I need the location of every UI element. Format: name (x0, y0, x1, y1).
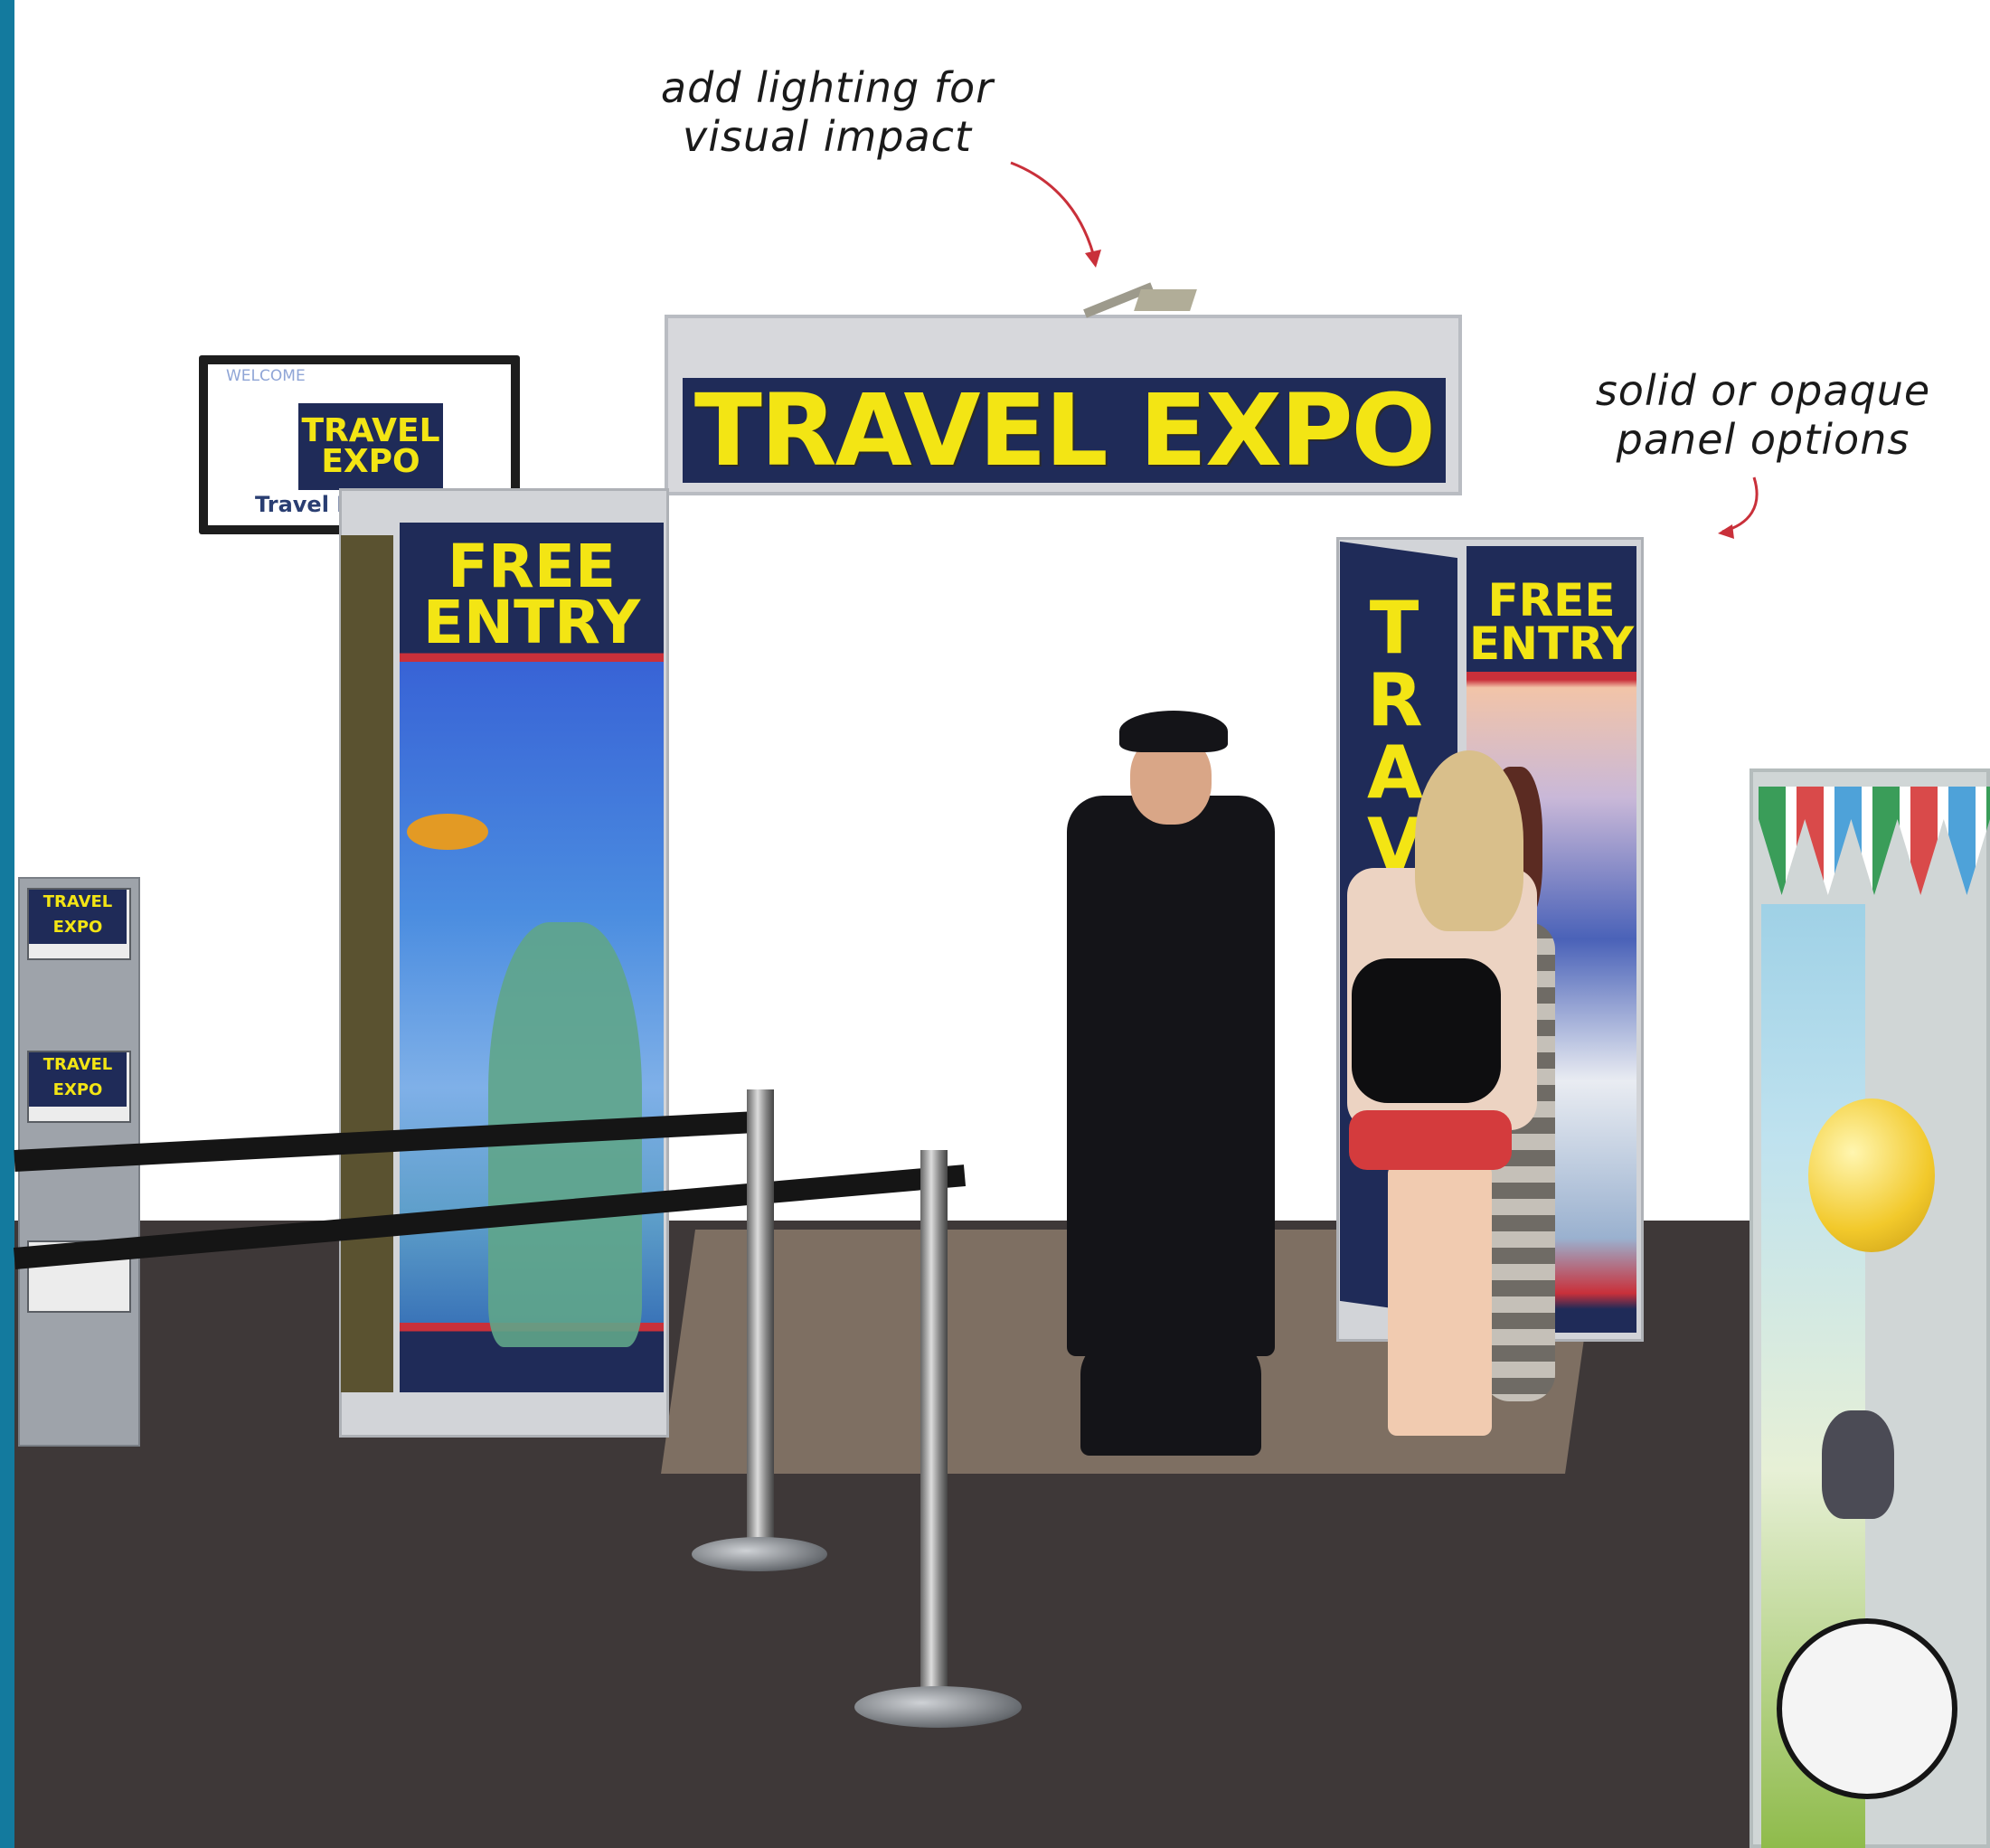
visitor-legs (1388, 1164, 1492, 1436)
stanchion-post-front (920, 1150, 948, 1711)
stanchion-post-back (747, 1089, 774, 1560)
monitor-welcome-text: WELCOME (226, 367, 306, 385)
visitor-hair (1415, 750, 1523, 931)
visitor-handbag (1352, 958, 1501, 1103)
left-edge-strip (0, 0, 14, 1848)
right-pillar-free-entry: FREE ENTRY (1468, 574, 1635, 670)
main-banner-title: TRAVEL EXPO (693, 372, 1436, 488)
brochure: TRAVEL EXPO (29, 1052, 127, 1107)
monitor-logo: TRAVEL EXPO (298, 403, 443, 490)
cat-graphic (1822, 1410, 1894, 1519)
left-pillar-free-entry: FREE ENTRY (422, 532, 641, 657)
lighting-arrow-icon (1010, 161, 1098, 265)
left-pillar-side-panel (341, 535, 393, 1392)
stanchion-base-back (692, 1537, 827, 1571)
panel-annotation: solid or opaque panel options (1595, 366, 1931, 464)
cow-graphic (1777, 1618, 1957, 1799)
balloon-graphic (1808, 1098, 1935, 1252)
rack-slot: TRAVEL EXPO (27, 888, 131, 960)
statue-torch-graphic (407, 814, 488, 850)
lighting-annotation: add lighting for visual impact (660, 63, 995, 161)
main-banner: TRAVEL EXPO (683, 372, 1446, 488)
monitor-logo-text: TRAVEL EXPO (301, 412, 440, 480)
brochure: TRAVEL EXPO (29, 890, 127, 944)
spotlight-icon (1134, 289, 1197, 311)
pilot-cap (1119, 711, 1228, 752)
panel-arrowhead-icon (1718, 524, 1734, 539)
visitor-skirt (1349, 1110, 1512, 1170)
stanchion-base-front (854, 1686, 1022, 1728)
pilot-figure (1067, 796, 1275, 1356)
rack-slot: TRAVEL EXPO (27, 1051, 131, 1123)
lighting-arrowhead-icon (1085, 250, 1101, 268)
panel-arrow-icon (1721, 476, 1759, 533)
